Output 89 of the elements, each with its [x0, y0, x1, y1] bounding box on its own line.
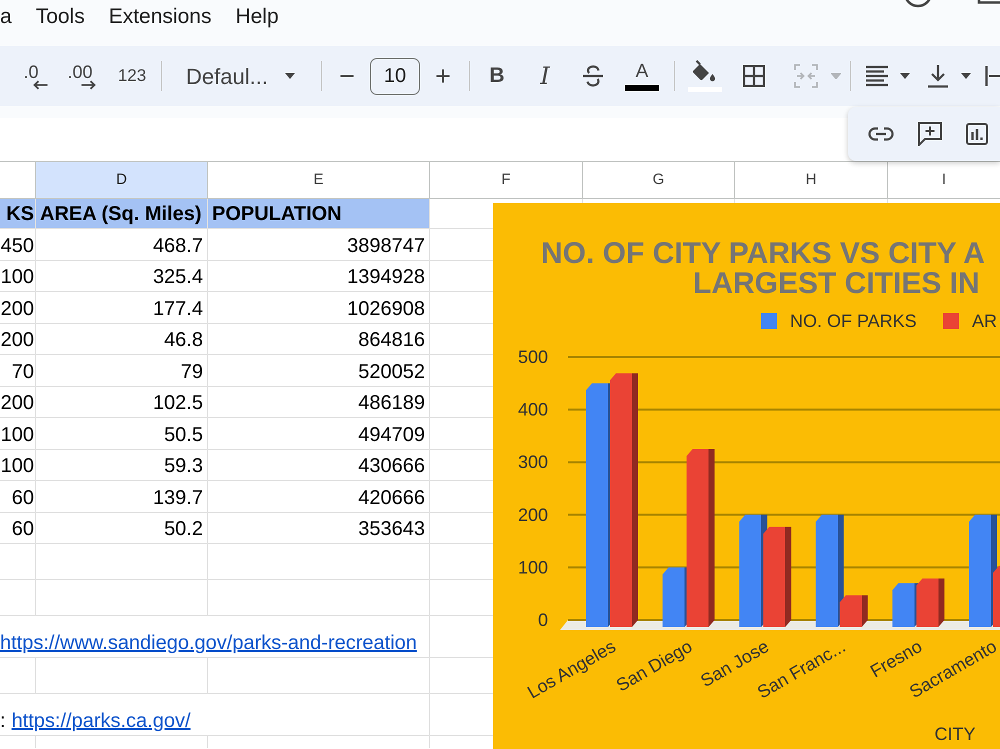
- column-header[interactable]: G: [583, 162, 734, 198]
- number-format-button[interactable]: 123: [108, 54, 156, 98]
- comment-plus-icon: [918, 122, 942, 146]
- ring-icon[interactable]: [903, 0, 933, 8]
- table-cell-text: 200: [0, 391, 35, 416]
- axis-tick-label: 400: [518, 400, 548, 420]
- font-size-field[interactable]: 10: [370, 58, 420, 94]
- table-cell-text: 177.4: [152, 296, 204, 322]
- menu-item[interactable]: Help: [223, 0, 291, 29]
- table-cell-text: 60: [10, 517, 35, 542]
- link[interactable]: https://parks.ca.gov/: [12, 710, 191, 732]
- table-cell-text: 200: [0, 328, 35, 353]
- legend-label: NO. OF PARKS: [790, 311, 917, 331]
- legend-label: AR: [972, 311, 998, 331]
- table-cell-text: 486189: [357, 391, 426, 416]
- table-cell-text: 139.7: [152, 486, 204, 510]
- table-cell-text: 59.3: [163, 454, 204, 479]
- table-header-cell: POPULATION: [208, 199, 429, 228]
- table-cell-text: 70: [10, 360, 35, 384]
- link-icon: [868, 127, 894, 141]
- table-cell-text: 494709: [357, 422, 426, 448]
- chart-title: NO. OF CITY PARKS VS CITY A LARGEST CITIES IN: [541, 237, 985, 300]
- table-cell-text: 200: [0, 296, 35, 322]
- strikethrough-icon: [583, 65, 603, 87]
- table-header-cell: AREA (Sq. Miles): [36, 199, 207, 228]
- decrease-font-size-button[interactable]: −: [332, 54, 362, 98]
- column-header[interactable]: F: [430, 162, 582, 198]
- axis-tick-label: 0: [538, 610, 548, 630]
- axis-tick-label: 500: [518, 347, 548, 367]
- increase-decimal-button[interactable]: .00: [58, 54, 108, 98]
- chart-bar: [916, 578, 944, 627]
- table-cell-text: 79: [180, 360, 204, 384]
- increase-font-size-button[interactable]: +: [428, 54, 458, 98]
- decrease-decimal-button[interactable]: .0: [10, 54, 58, 98]
- column-header[interactable]: D: [36, 162, 207, 198]
- text-color-button[interactable]: A: [617, 54, 667, 98]
- font-dropdown[interactable]: Defaul...: [167, 54, 310, 98]
- insert-chart-button[interactable]: [964, 121, 990, 147]
- column-header[interactable]: H: [735, 162, 887, 198]
- axis-tick-label: 100: [518, 557, 548, 578]
- arrow-right-icon: [81, 80, 97, 90]
- caret-icon: [961, 73, 971, 79]
- bold-button[interactable]: B: [473, 54, 521, 98]
- table-cell-text: 420666: [357, 486, 426, 510]
- table-cell-text: 50.5: [163, 422, 204, 448]
- menu-item[interactable]: Tools: [24, 0, 97, 29]
- insert-link-button[interactable]: [866, 125, 896, 143]
- table-cell-text: 60: [10, 486, 35, 510]
- paint-bucket-icon: [688, 60, 722, 92]
- caret-icon: [284, 73, 295, 79]
- axis-tick-label: 200: [518, 504, 548, 525]
- merge-cells-icon: [794, 64, 818, 88]
- table-cell-text: 46.8: [163, 328, 204, 353]
- table-cell-text: 1026908: [346, 296, 426, 322]
- menu-item[interactable]: Extensions: [96, 0, 224, 29]
- table-cell-text: 450: [0, 234, 35, 258]
- add-comment-button[interactable]: [916, 120, 944, 148]
- table-cell-text: 520052: [357, 360, 426, 384]
- caret-icon: [831, 73, 841, 79]
- frame-icon[interactable]: [976, 0, 1000, 6]
- table-header-cell: KS: [0, 199, 35, 228]
- caret-icon: [900, 73, 910, 79]
- bar-line-icon: [985, 65, 1000, 87]
- table-cell-text: 100: [0, 422, 35, 448]
- table-cell-text: 1394928: [346, 265, 426, 290]
- table-cell-text: 468.7: [152, 234, 204, 258]
- column-header[interactable]: E: [208, 162, 429, 198]
- axis-tick-label: 300: [518, 452, 548, 472]
- table-cell-text: 325.4: [152, 265, 204, 290]
- chart-icon: [966, 123, 988, 145]
- menu-item[interactable]: a: [0, 0, 24, 29]
- align-bottom-icon: [926, 64, 950, 88]
- table-cell-text: 3898747: [346, 234, 426, 258]
- axis-title: CITY: [934, 724, 976, 744]
- table-cell-text: 430666: [357, 454, 426, 479]
- table-cell-text: 353643: [357, 517, 426, 542]
- italic-button[interactable]: I: [521, 54, 569, 98]
- column-header[interactable]: I: [888, 162, 1000, 198]
- color-bar-icon: [625, 84, 659, 90]
- table-cell-text: 50.2: [163, 517, 204, 542]
- grid-icon: [743, 65, 765, 87]
- link[interactable]: https://www.sandiego.gov/parks-and-recreation: [0, 631, 417, 655]
- table-cell-text: 864816: [357, 328, 426, 353]
- table-cell-text: 100: [0, 454, 35, 479]
- arrow-left-icon: [32, 80, 48, 90]
- table-cell-text: 102.5: [152, 391, 204, 416]
- table-cell-text: 100: [0, 265, 35, 290]
- align-left-icon: [865, 65, 889, 87]
- note-text: : https://parks.ca.gov/: [0, 709, 191, 733]
